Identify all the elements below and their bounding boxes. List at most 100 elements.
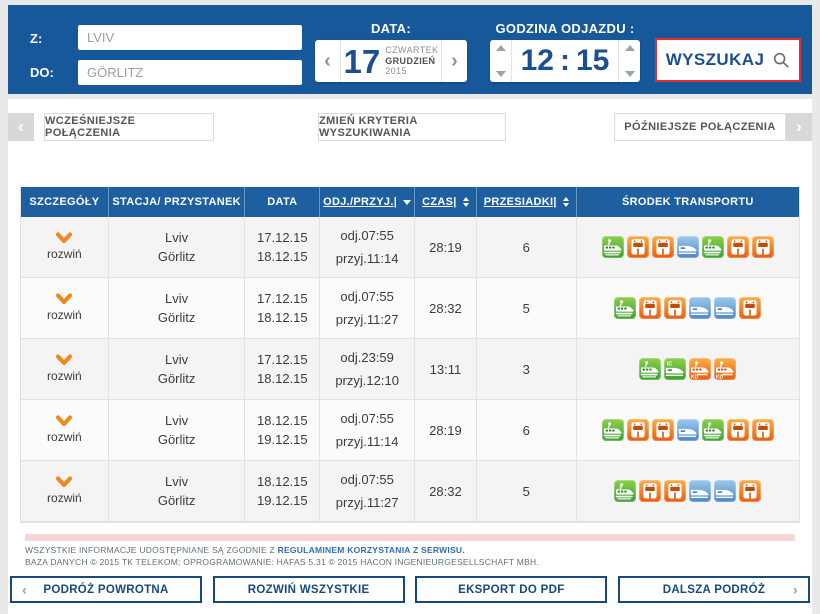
date-cell: 17.12.15 18.12.15: [245, 278, 320, 338]
later-connections-button[interactable]: PÓŹNIEJSZE POŁĄCZENIA: [614, 113, 786, 141]
connection-row: rozwiń Lviv Görlitz 17.12.15 18.12.15 od…: [21, 217, 799, 278]
transport-cell: [577, 400, 799, 460]
date-departure: 18.12.15: [257, 473, 308, 490]
date-picker: ‹ 17 CZWARTEK GRUDZIEŃ 2015 ›: [315, 40, 467, 82]
arrival-time: przyj.11:27: [336, 494, 399, 511]
changes-cell: 3: [477, 339, 577, 399]
expand-label: rozwiń: [47, 246, 82, 263]
to-input[interactable]: [78, 60, 302, 85]
expand-all-button[interactable]: ROZWIŃ WSZYSTKIE: [213, 576, 405, 603]
dep-arr-cell: odj.07:55 przyj.11:14: [320, 217, 415, 277]
arrival-time: przyj.11:27: [336, 311, 399, 328]
chevron-down-icon: [55, 415, 73, 427]
transport-cell: [577, 217, 799, 277]
date-cell: 18.12.15 19.12.15: [245, 461, 320, 521]
bus-orange-icon: [639, 297, 661, 319]
return-trip-button[interactable]: ‹ PODRÓŻ POWROTNA: [10, 576, 202, 603]
expand-row-toggle[interactable]: rozwiń: [21, 278, 109, 338]
date-day: 17: [344, 45, 381, 78]
expand-row-toggle[interactable]: rozwiń: [21, 217, 109, 277]
dep-arr-cell: odj.07:55 przyj.11:14: [320, 400, 415, 460]
from-input[interactable]: [78, 25, 302, 50]
hour-down-icon[interactable]: [496, 71, 506, 77]
station-to: Görlitz: [158, 248, 196, 265]
col-station: STACJA/ PRZYSTANEK: [109, 187, 246, 217]
bus-orange-icon: [652, 419, 674, 441]
bus-orange-icon: [664, 480, 686, 502]
search-button[interactable]: WYSZUKAJ: [655, 38, 801, 82]
bus-orange-icon: [727, 236, 749, 258]
duration-cell: 13:11: [415, 339, 477, 399]
duration-cell: 28:19: [415, 217, 477, 277]
hour-up-icon[interactable]: [496, 45, 506, 51]
changes-cell: 6: [477, 400, 577, 460]
time-minute[interactable]: 15: [570, 44, 615, 78]
results-panel: ‹ WCZEŚNIEJSZE POŁĄCZENIA ZMIEŃ KRYTERIA…: [8, 99, 812, 614]
date-departure: 17.12.15: [257, 229, 308, 246]
station-from: Lviv: [165, 412, 188, 429]
col-dep-arr[interactable]: ODJ./PRZYJ.|: [320, 187, 415, 217]
sort-both-icon[interactable]: [563, 197, 569, 207]
station-to: Görlitz: [158, 370, 196, 387]
date-prev-icon[interactable]: ‹: [315, 40, 341, 82]
station-cell: Lviv Görlitz: [109, 217, 246, 277]
date-label: DATA:: [315, 21, 467, 36]
search-header: Z: DO: DATA: ‹ 17 CZWARTEK GRUDZIEŃ 2015…: [8, 5, 812, 94]
duration-cell: 28:32: [415, 278, 477, 338]
station-from: Lviv: [165, 229, 188, 246]
expand-row-toggle[interactable]: rozwiń: [21, 461, 109, 521]
col-changes[interactable]: PRZESIADKI|: [477, 187, 577, 217]
hst-blue-icon: [689, 480, 711, 502]
minute-down-icon[interactable]: [625, 71, 635, 77]
onward-trip-button[interactable]: DALSZA PODRÓŻ ›: [618, 576, 810, 603]
station-to: Görlitz: [158, 309, 196, 326]
kd-orange-icon: KD: [714, 358, 736, 380]
expand-label: rozwiń: [47, 429, 82, 446]
bus-orange-icon: [627, 419, 649, 441]
date-cell: 17.12.15 18.12.15: [245, 217, 320, 277]
later-chevron-icon[interactable]: ›: [786, 113, 812, 141]
table-body: rozwiń Lviv Görlitz 17.12.15 18.12.15 od…: [21, 217, 799, 522]
expand-row-toggle[interactable]: rozwiń: [21, 339, 109, 399]
date-cell: 18.12.15 19.12.15: [245, 400, 320, 460]
departure-time-label: GODZINA ODJAZDU :: [490, 21, 640, 36]
sort-both-icon[interactable]: [463, 197, 469, 207]
footer-text: WSZYSTKIE INFORMACJE UDOSTĘPNIANE SĄ ZGO…: [25, 545, 539, 568]
station-cell: Lviv Görlitz: [109, 278, 246, 338]
hst-blue-icon: [689, 297, 711, 319]
date-next-icon[interactable]: ›: [441, 40, 467, 82]
expand-label: rozwiń: [47, 490, 82, 507]
col-date: DATA: [245, 187, 320, 217]
bus-orange-icon: [627, 236, 649, 258]
date-arrival: 19.12.15: [257, 431, 308, 448]
arrival-time: przyj.11:14: [336, 433, 399, 450]
transport-cell: IC KD KD: [577, 339, 799, 399]
export-pdf-button[interactable]: EKSPORT DO PDF: [415, 576, 607, 603]
time-hour[interactable]: 12: [515, 44, 560, 78]
station-to: Görlitz: [158, 431, 196, 448]
earlier-connections-button[interactable]: WCZEŚNIEJSZE POŁĄCZENIA: [44, 113, 214, 141]
station-cell: Lviv Görlitz: [109, 339, 246, 399]
train-green-icon: [614, 480, 636, 502]
col-duration[interactable]: CZAS|: [415, 187, 477, 217]
connection-row: rozwiń Lviv Görlitz 17.12.15 18.12.15 od…: [21, 339, 799, 400]
earlier-chevron-icon[interactable]: ‹: [8, 113, 34, 141]
departure-time: odj.07:55: [340, 288, 394, 305]
train-green-icon: [602, 419, 624, 441]
svg-text:KD: KD: [716, 374, 724, 380]
expand-row-toggle[interactable]: rozwiń: [21, 400, 109, 460]
footer-line2: BAZA DANYCH © 2015 TK TELEKOM; OPROGRAMO…: [25, 557, 539, 569]
table-header: SZCZEGÓŁY STACJA/ PRZYSTANEK DATA ODJ./P…: [21, 187, 799, 217]
terms-link[interactable]: REGULAMINEM KORZYSTANIA Z SERWISU.: [278, 545, 465, 555]
search-button-label: WYSZUKAJ: [666, 50, 765, 70]
arrival-time: przyj.12:10: [335, 372, 399, 389]
minute-up-icon[interactable]: [625, 45, 635, 51]
change-criteria-button[interactable]: ZMIEŃ KRYTERIA WYSZUKIWANIA: [318, 113, 506, 141]
ic-green-icon: IC: [664, 358, 686, 380]
station-from: Lviv: [165, 351, 188, 368]
date-arrival: 19.12.15: [257, 492, 308, 509]
changes-cell: 5: [477, 461, 577, 521]
hst-blue-icon: [714, 297, 736, 319]
sort-desc-icon[interactable]: [403, 200, 411, 205]
connection-row: rozwiń Lviv Görlitz 18.12.15 19.12.15 od…: [21, 400, 799, 461]
